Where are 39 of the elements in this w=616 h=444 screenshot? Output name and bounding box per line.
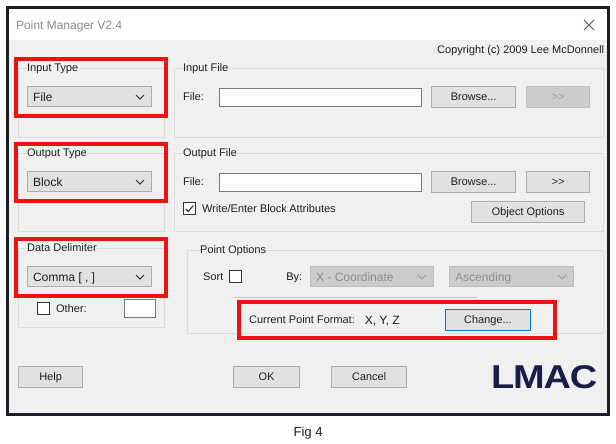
- checkbox-label: Sort: [203, 270, 224, 282]
- chevron-icon: [135, 178, 145, 184]
- figure-caption: Fig 4: [294, 424, 322, 439]
- chevron-icon: [417, 274, 428, 280]
- input-field[interactable]: [124, 299, 156, 318]
- dropdown[interactable]: Block: [27, 171, 152, 192]
- help-button[interactable]: Help: [18, 366, 83, 388]
- group-label: Input Type: [27, 62, 78, 74]
- ok-button[interactable]: OK: [233, 366, 300, 388]
- chevron-icon: [557, 274, 568, 280]
- group-label: Output File: [183, 147, 237, 159]
- object-options-button[interactable]: Object Options: [471, 201, 585, 223]
- field-label: By:: [286, 270, 302, 282]
- chevron-icon: [135, 274, 145, 280]
- copyright-text: Copyright (c) 2009 Lee McDonnell: [437, 44, 604, 58]
- cancel-button[interactable]: Cancel: [331, 366, 407, 388]
- group-label: Data Delimiter: [27, 242, 97, 254]
- group-label: Input File: [183, 62, 228, 74]
- chevron-icon: [135, 94, 145, 100]
- group-label: Output Type: [27, 147, 87, 159]
- browse-button[interactable]: Browse...: [431, 86, 516, 108]
- checkbox-label: Other:: [56, 302, 88, 314]
- browse-button[interactable]: Browse...: [431, 171, 516, 193]
- field-label: File:: [183, 91, 205, 103]
- checkbox[interactable]: [37, 302, 50, 315]
- dropdown[interactable]: File: [27, 86, 152, 107]
- field-label: File:: [183, 176, 205, 188]
- input-field[interactable]: [219, 88, 422, 106]
- logo: LMAC: [491, 360, 596, 393]
- next-button[interactable]: >>: [526, 171, 590, 193]
- field-label: Current Point Format:: [249, 314, 355, 326]
- checkbox[interactable]: [183, 202, 196, 215]
- format-value: X, Y, Z: [364, 313, 401, 327]
- close-icon[interactable]: [583, 18, 595, 30]
- input-field[interactable]: [219, 172, 422, 192]
- dropdown[interactable]: Comma [ , ]: [27, 266, 152, 287]
- window-title: Point Manager V2.4: [16, 18, 122, 32]
- group-label: Point Options: [200, 244, 266, 256]
- checkbox-label: Write/Enter Block Attributes: [202, 202, 336, 214]
